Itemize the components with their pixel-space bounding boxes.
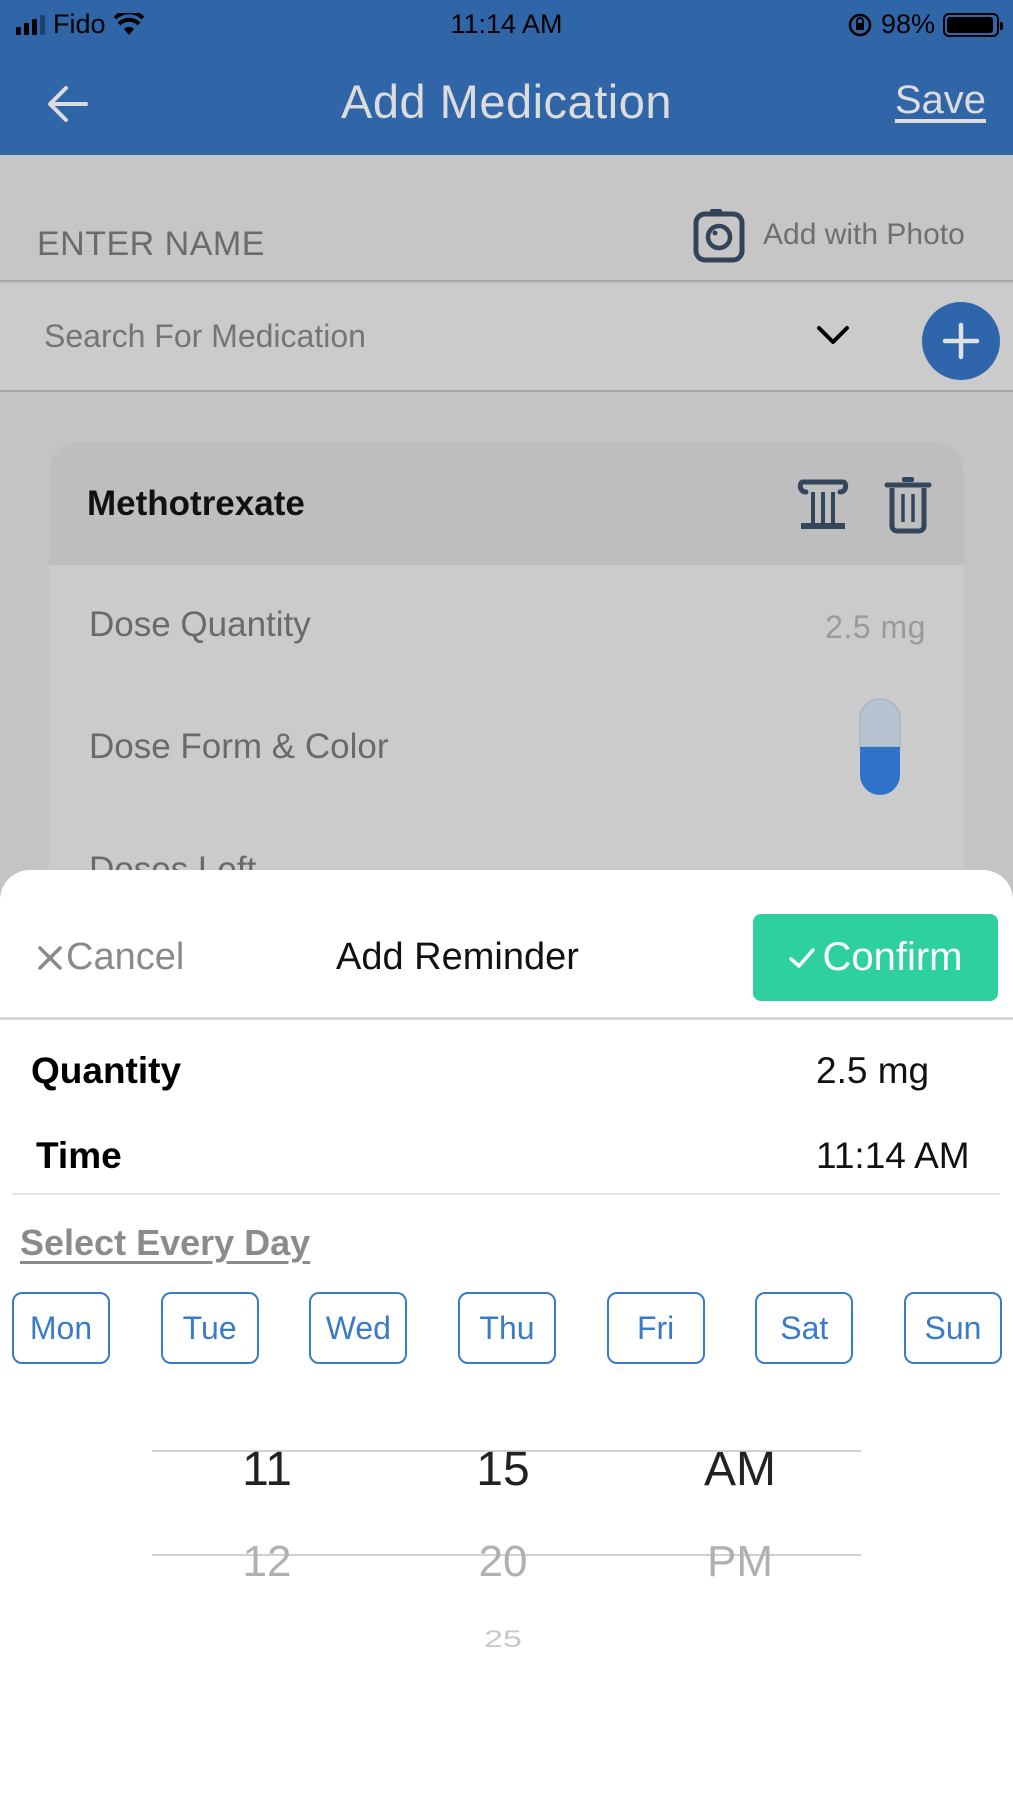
confirm-label: Confirm: [822, 935, 963, 979]
time-picker[interactable]: 08 09 10 11 12 00 05 10 15 20 25 AM PM: [152, 1410, 861, 1800]
day-button-sat[interactable]: Sat: [755, 1292, 854, 1364]
medication-search-row: [0, 284, 1013, 392]
checkmark-icon: [789, 947, 816, 968]
close-icon: [38, 945, 62, 970]
quantity-value: 2.5 mg: [816, 1050, 930, 1091]
add-with-photo-label: Add with Photo: [763, 218, 965, 251]
day-selector: Mon Tue Wed Thu Fri Sat Sun: [12, 1292, 1002, 1364]
confirm-button[interactable]: Confirm: [753, 914, 998, 1001]
divider: [12, 1193, 1000, 1195]
app-header: Fido 11:14 AM 98% Add Medication Save: [0, 0, 1013, 155]
dose-quantity-row[interactable]: Dose Quantity 2.5 mg: [49, 565, 964, 687]
name-section: ENTER NAME Add with Photo: [0, 155, 1013, 282]
medication-card-header: Methotrexate: [49, 442, 964, 565]
select-every-day-link[interactable]: Select Every Day: [20, 1222, 310, 1264]
dose-quantity-label: Dose Quantity: [89, 605, 311, 644]
day-button-thu[interactable]: Thu: [457, 1292, 556, 1364]
orientation-lock-icon: [848, 13, 872, 36]
day-button-mon[interactable]: Mon: [12, 1292, 110, 1364]
cancel-label: Cancel: [66, 936, 185, 978]
medication-card: Methotrexate Dose Quantity 2.5 mg Dose F…: [49, 442, 964, 912]
time-label: Time: [36, 1135, 122, 1176]
dose-form-label: Dose Form & Color: [89, 727, 389, 766]
trash-icon[interactable]: [884, 476, 932, 534]
chevron-down-icon[interactable]: [815, 320, 851, 350]
period-option[interactable]: PM: [640, 1537, 840, 1587]
add-reminder-sheet: Cancel Add Reminder Confirm Quantity 2.5…: [0, 870, 1013, 1800]
camera-icon: [693, 209, 745, 263]
dose-quantity-value: 2.5 mg: [825, 609, 926, 645]
cancel-button[interactable]: Cancel: [36, 936, 184, 979]
hour-option-selected[interactable]: 11: [167, 1442, 367, 1497]
battery-icon: [943, 12, 1003, 37]
day-button-tue[interactable]: Tue: [160, 1292, 259, 1364]
status-bar: Fido 11:14 AM 98%: [0, 0, 1013, 52]
quantity-label: Quantity: [31, 1050, 182, 1091]
medication-search-input[interactable]: [44, 318, 744, 355]
day-button-sun[interactable]: Sun: [903, 1292, 1002, 1364]
pharmacy-pillar-icon[interactable]: [797, 476, 849, 532]
period-option-selected[interactable]: AM: [640, 1442, 840, 1497]
minute-option-selected[interactable]: 15: [403, 1442, 603, 1497]
day-button-fri[interactable]: Fri: [606, 1292, 705, 1364]
day-button-wed[interactable]: Wed: [309, 1292, 408, 1364]
navbar: Add Medication Save: [0, 52, 1013, 155]
plus-icon: [942, 322, 980, 360]
name-input[interactable]: ENTER NAME: [37, 225, 265, 264]
medication-name: Methotrexate: [87, 484, 305, 523]
battery-percent: 98%: [880, 9, 935, 39]
sheet-header: Cancel Add Reminder Confirm: [0, 870, 1013, 1020]
dose-form-row[interactable]: Dose Form & Color: [49, 687, 964, 810]
add-with-photo-button[interactable]: Add with Photo: [693, 207, 965, 263]
sheet-title: Add Reminder: [336, 936, 579, 978]
add-medication-button[interactable]: [922, 302, 1000, 380]
minute-option[interactable]: 25: [403, 1626, 603, 1653]
page-title: Add Medication: [341, 75, 672, 128]
minute-option[interactable]: 20: [403, 1537, 603, 1587]
capsule-icon: [859, 698, 901, 795]
time-value: 11:14 AM: [816, 1135, 970, 1176]
save-button[interactable]: Save: [895, 78, 986, 123]
hour-option[interactable]: 12: [167, 1537, 367, 1587]
